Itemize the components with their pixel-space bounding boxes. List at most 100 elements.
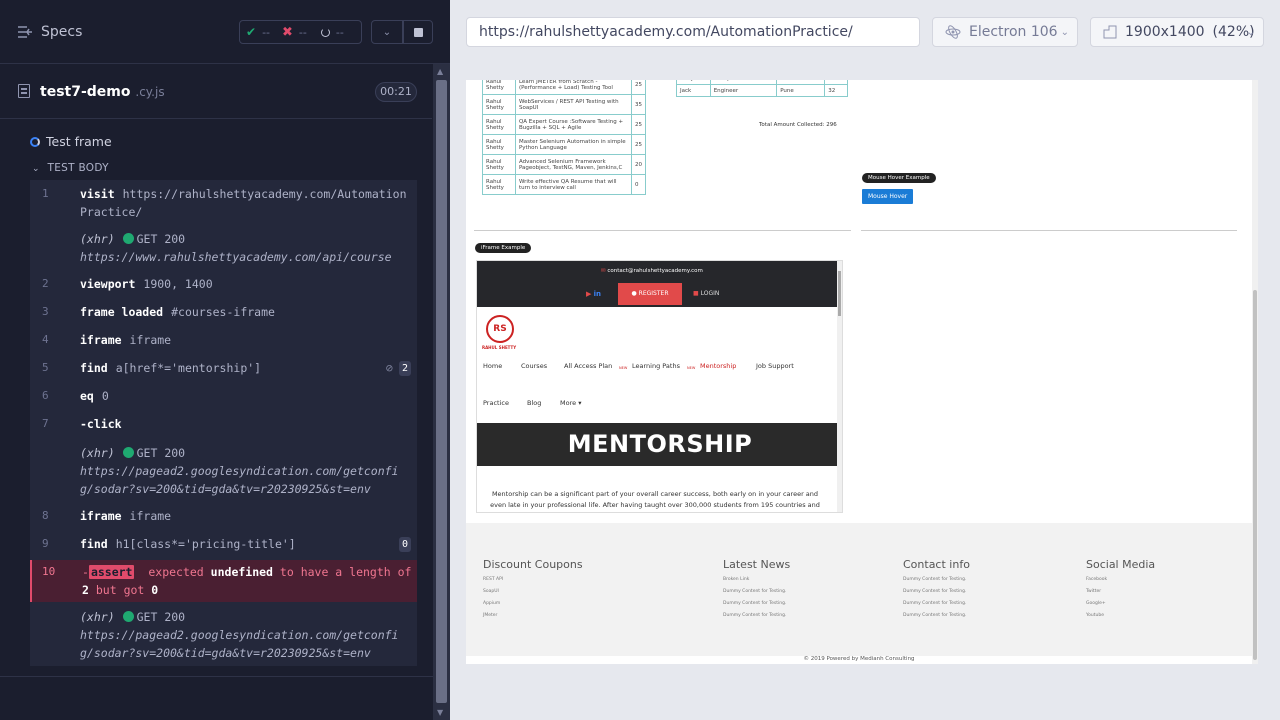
chevron-down-icon: ⌄: [382, 26, 392, 38]
linkedin-icon[interactable]: in: [594, 290, 601, 298]
command-number: 4: [42, 333, 49, 346]
command-row[interactable]: (xhr) GET 200 https://www.rahulshettyacade…: [30, 230, 417, 268]
expand-button[interactable]: ⌄: [371, 20, 403, 44]
command-row[interactable]: (xhr) GET 200 https://pagead2.googlesyndic…: [30, 444, 417, 500]
table-cell: Rahul Shetty: [482, 174, 516, 195]
test-title[interactable]: Test frame: [30, 134, 112, 149]
footer-link[interactable]: Dummy Content for Testing.: [723, 589, 790, 594]
table-cell: WebServices / REST API Testing with Soap…: [514, 94, 632, 115]
command-row[interactable]: 2 viewport 1900, 1400: [30, 275, 417, 295]
command-name: visit: [80, 187, 115, 201]
courses-iframe[interactable]: ✉ contact@rahulshettyacademy.com ▶ in ● …: [476, 260, 843, 513]
stop-button[interactable]: [403, 20, 433, 44]
command-arg: a[href*='mentorship']: [115, 361, 262, 375]
command-arg: https://rahulshettyacademy.com/Automatio…: [80, 187, 407, 219]
mouse-hover-badge: Mouse Hover Example: [862, 173, 936, 183]
command-name: iframe: [80, 333, 122, 347]
table-cell: QA Expert Course :Software Testing + Bug…: [514, 114, 632, 135]
table-cell: Engineer: [709, 84, 778, 97]
nav-mentorship[interactable]: Mentorship: [700, 362, 736, 370]
footer-link[interactable]: Dummy Content for Testing.: [723, 601, 790, 606]
browser-selector[interactable]: Electron 106 ⌄: [932, 17, 1078, 47]
command-row[interactable]: 8 iframe iframe: [30, 507, 417, 527]
rs-logo[interactable]: RS: [486, 315, 514, 343]
footer-link[interactable]: Dummy Content for Testing.: [903, 601, 970, 606]
footer-heading: Latest News: [723, 558, 791, 571]
intro-text: Mentorship can be a significant part of …: [490, 490, 820, 509]
command-name: -click: [80, 417, 122, 431]
aut-scrollbar[interactable]: [1252, 80, 1258, 664]
command-arg: https://www.rahulshettyacademy.com/api/c…: [80, 250, 392, 264]
mouse-hover-button[interactable]: Mouse Hover: [862, 189, 914, 204]
xhr-status: GET 200: [136, 446, 186, 460]
assert-text: expected: [148, 565, 204, 579]
nav-job-support[interactable]: Job Support: [756, 362, 794, 370]
nav-practice[interactable]: Practice: [483, 399, 509, 407]
footer-link[interactable]: SoapUI: [483, 589, 583, 594]
specs-toggle[interactable]: Specs: [17, 24, 82, 40]
scrollbar-thumb[interactable]: [436, 80, 447, 703]
command-row-failed[interactable]: 10 - assert expected undefined to have a …: [30, 560, 417, 602]
command-row[interactable]: 3 frame loaded #courses-iframe: [30, 303, 417, 323]
nav-home[interactable]: Home: [483, 362, 502, 370]
command-row[interactable]: 9 find h1[class*='pricing-title'] 0: [30, 535, 417, 555]
chevron-down-icon: ⌄: [1246, 26, 1255, 38]
spec-duration: 00:21: [375, 82, 417, 102]
footer-link[interactable]: Google+: [1086, 601, 1155, 606]
command-row[interactable]: (xhr) GET 200 https://pagead2.googlesyndic…: [30, 608, 417, 664]
command-row[interactable]: 6 eq 0: [30, 387, 417, 407]
file-icon: [18, 84, 30, 98]
footer-link[interactable]: JMeter: [483, 613, 583, 618]
scrollbar-thumb[interactable]: [838, 271, 841, 316]
command-name: (xhr): [80, 446, 115, 460]
assert-actual: 0: [151, 583, 159, 597]
command-number: 2: [42, 277, 49, 290]
login-link[interactable]: ■ LOGIN: [693, 290, 719, 297]
nav-learning-paths[interactable]: Learning Paths: [632, 362, 680, 370]
iframe-scrollbar[interactable]: [837, 261, 842, 512]
footer-column: Social Media Facebook Twitter Google+ Youtub…: [1086, 558, 1155, 625]
command-number: 1: [42, 187, 49, 200]
youtube-icon[interactable]: ▶: [586, 290, 591, 298]
footer-link[interactable]: Dummy Content for Testing.: [903, 613, 970, 618]
table-cell: Rahul Shetty: [482, 94, 516, 115]
reporter-scrollbar[interactable]: ▲ ▼: [433, 64, 450, 720]
caret-down-icon: ▾: [578, 399, 582, 407]
viewport-selector[interactable]: 1900x1400 (42%) ⌄: [1090, 17, 1264, 47]
nav-all-access-plan[interactable]: All Access Plan: [564, 362, 612, 370]
nav-blog[interactable]: Blog: [527, 399, 541, 407]
course-row: Rahul Shetty QA Expert Course :Software T…: [482, 114, 647, 135]
scroll-down-icon[interactable]: ▼: [437, 708, 443, 717]
scrollbar-thumb[interactable]: [1253, 290, 1257, 660]
footer-link[interactable]: Dummy Content for Testing.: [903, 577, 970, 582]
command-number: 9: [42, 537, 49, 550]
xhr-status: GET 200: [136, 610, 186, 624]
element-count-badge: 0: [399, 537, 411, 552]
contact-email[interactable]: ✉ contact@rahulshettyacademy.com: [601, 268, 703, 274]
url-bar[interactable]: https://rahulshettyacademy.com/Automatio…: [466, 17, 920, 47]
spec-filename: test7-demo: [40, 84, 131, 100]
footer-link[interactable]: Youtube: [1086, 613, 1155, 618]
scroll-up-icon[interactable]: ▲: [437, 67, 443, 76]
footer-link[interactable]: Dummy Content for Testing.: [723, 613, 790, 618]
command-row[interactable]: 5 find a[href*='mentorship'] ⊘ 2: [30, 359, 417, 379]
spec-name[interactable]: test7-demo .cy.js: [40, 84, 165, 100]
command-name: viewport: [80, 277, 136, 291]
footer-link[interactable]: Appium: [483, 601, 583, 606]
table-cell: Rahul Shetty: [482, 114, 516, 135]
test-body-header[interactable]: ⌄ TEST BODY: [32, 162, 109, 174]
command-row[interactable]: 1 visit https://rahulshettyacademy.com/Au…: [30, 184, 417, 222]
command-arg: 0: [101, 389, 109, 403]
command-number: 6: [42, 389, 49, 402]
command-row[interactable]: 4 iframe iframe: [30, 331, 417, 351]
footer-link[interactable]: Broken Link: [723, 577, 790, 582]
footer-link[interactable]: Twitter: [1086, 589, 1155, 594]
command-row[interactable]: 7 -click: [30, 415, 417, 435]
footer-link[interactable]: Dummy Content for Testing.: [903, 589, 970, 594]
aut-iframe[interactable]: Rahul Shetty Learn JMETER from Scratch - …: [466, 80, 1258, 664]
register-button[interactable]: ● REGISTER: [618, 283, 682, 305]
footer-link[interactable]: Facebook: [1086, 577, 1155, 582]
nav-more[interactable]: More ▾: [560, 399, 581, 407]
nav-courses[interactable]: Courses: [521, 362, 547, 370]
footer-link[interactable]: REST API: [483, 577, 583, 582]
